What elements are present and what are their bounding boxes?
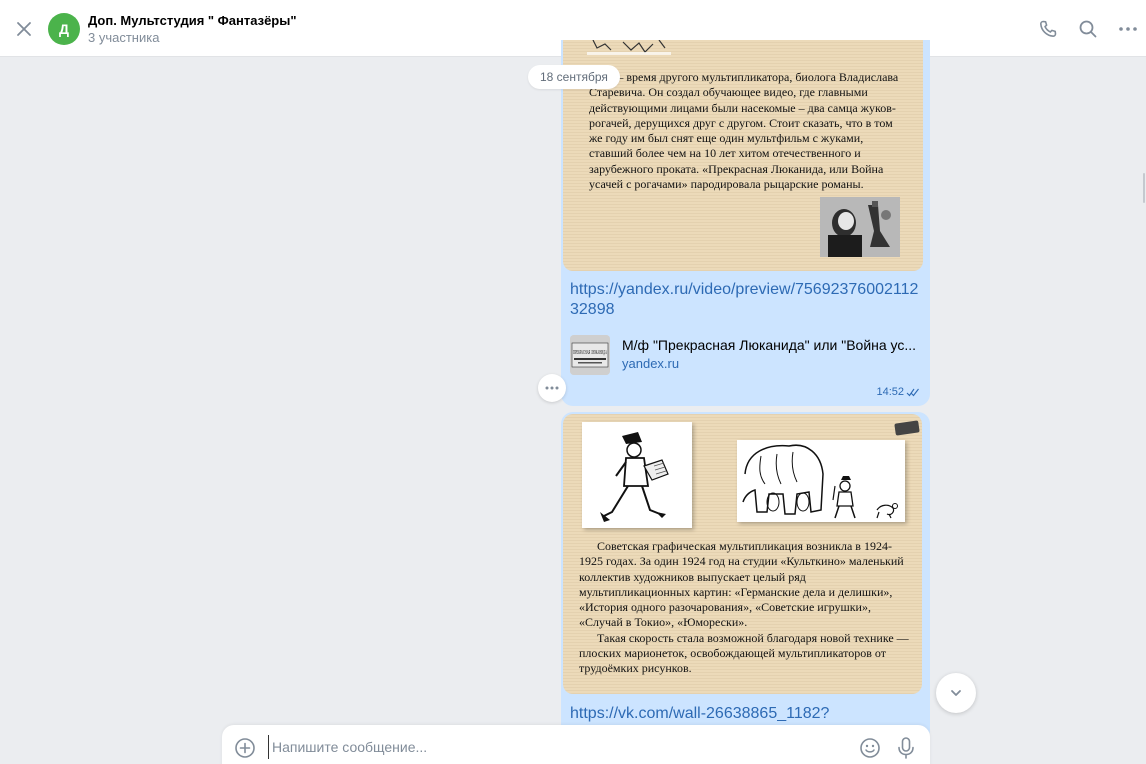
chat-title[interactable]: Доп. Мультстудия " Фантазёры" [88,13,297,28]
elephant-hunter-illustration [737,440,905,522]
message-composer [222,725,930,764]
message-actions-button[interactable] [538,374,566,402]
thumbnail-text: ПРЕКРАСНАЯ ЛЮКАНИДА [573,350,607,356]
date-separator: 18 сентября [528,65,620,89]
image-text-paragraph: Советская графическая мультипликация воз… [579,539,904,630]
message-time: 14:52 [876,386,904,398]
image-text: 2 год – время другого мультипликатора, б… [589,70,899,192]
message-link[interactable]: https://yandex.ru/video/preview/75692376… [570,280,925,320]
read-checkmarks-icon [906,388,919,397]
link-preview-thumbnail[interactable]: ПРЕКРАСНАЯ ЛЮКАНИДА [570,335,610,375]
message-link[interactable]: https://vk.com/wall-26638865_1182? [570,704,829,724]
message-bubble[interactable]: Советская графическая мультипликация воз… [561,412,930,742]
photo-illustration [820,197,900,257]
avatar[interactable]: Д [48,13,80,45]
cartoon-illustration [582,422,692,528]
chevron-down-icon [951,690,961,696]
phone-icon[interactable] [1038,19,1058,39]
search-icon[interactable] [1078,19,1098,39]
message-bubble[interactable]: 2 год – время другого мультипликатора, б… [561,40,930,406]
message-image[interactable]: Советская графическая мультипликация воз… [563,414,922,694]
scrollbar[interactable] [1142,58,1146,764]
logo-sticker [894,420,920,436]
link-preview[interactable]: ПРЕКРАСНАЯ ЛЮКАНИДА М/ф "Прекрасная Люка… [570,335,920,375]
close-icon[interactable] [14,19,34,39]
chat-members-count[interactable]: 3 участника [88,30,159,45]
message-input[interactable] [268,735,848,759]
scroll-to-bottom-button[interactable] [936,673,976,713]
link-preview-domain[interactable]: yandex.ru [622,356,679,371]
smile-icon[interactable] [859,737,881,759]
add-circle-icon[interactable] [234,737,256,759]
microphone-icon[interactable] [895,736,917,760]
more-horizontal-icon [545,386,559,390]
image-text-paragraph: Такая скорость стала возможной благодаря… [579,630,909,676]
sketch-illustration [587,40,671,55]
more-horizontal-icon[interactable] [1118,19,1138,39]
link-preview-title[interactable]: М/ф "Прекрасная Люканида" или "Война ус.… [622,337,917,353]
scrollbar-thumb[interactable] [1143,173,1145,203]
image-text: Советская графическая мультипликация воз… [579,539,911,677]
